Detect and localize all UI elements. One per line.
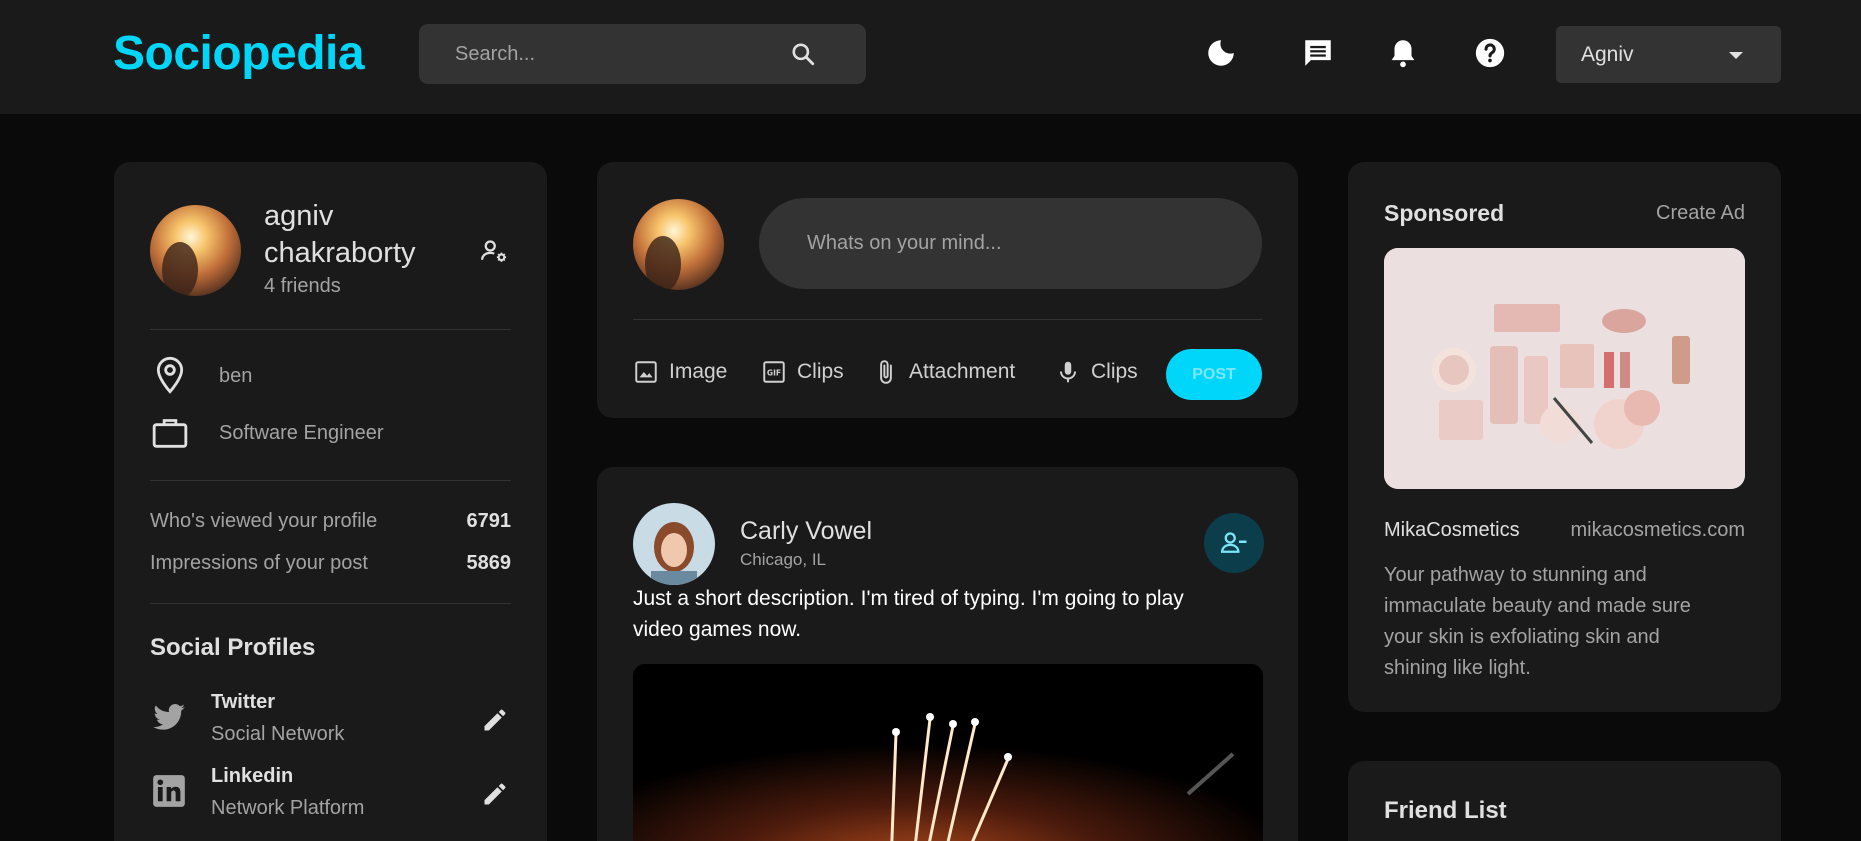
- profile-name[interactable]: agniv chakraborty: [264, 198, 464, 272]
- post-composer: Whats on your mind... Image GIF Clips At…: [597, 162, 1298, 418]
- microphone-icon: [1059, 361, 1077, 383]
- social-profiles-title: Social Profiles: [150, 634, 316, 661]
- ad-brand: MikaCosmetics: [1384, 519, 1520, 541]
- chevron-down-icon: [1729, 52, 1743, 59]
- edit-icon[interactable]: [481, 780, 509, 808]
- search-bar[interactable]: Search...: [419, 24, 866, 84]
- post-description: Just a short description. I'm tired of t…: [633, 587, 1184, 641]
- stat-label-views: Who's viewed your profile: [150, 510, 378, 532]
- sponsored-card: Sponsored Create Ad MikaCosmetics mikaco…: [1348, 162, 1781, 712]
- message-icon[interactable]: [1301, 36, 1335, 70]
- search-input[interactable]: Search...: [455, 43, 535, 66]
- social-name-twitter: Twitter: [211, 691, 276, 713]
- logo[interactable]: Sociopedia: [113, 26, 365, 81]
- svg-text:GIF: GIF: [767, 368, 781, 377]
- divider: [150, 480, 511, 481]
- briefcase-icon: [152, 419, 188, 448]
- poster-location: Chicago, IL: [740, 550, 826, 569]
- tool-label: Clips: [1091, 360, 1138, 383]
- ad-site-link[interactable]: mikacosmetics.com: [1571, 519, 1745, 542]
- search-icon[interactable]: [790, 41, 816, 67]
- tool-label: Image: [669, 360, 728, 383]
- friend-list-title: Friend List: [1384, 797, 1507, 824]
- stat-label-impressions: Impressions of your post: [150, 552, 368, 574]
- user-name: Agniv: [1581, 43, 1634, 66]
- gif-icon: GIF: [763, 361, 785, 383]
- friends-count: 4 friends: [264, 275, 341, 297]
- help-icon[interactable]: [1473, 36, 1507, 70]
- manage-account-icon[interactable]: [479, 236, 509, 266]
- divider: [150, 603, 511, 604]
- audio-tool[interactable]: Clips: [1055, 356, 1138, 388]
- person-remove-icon: [1220, 532, 1247, 553]
- tool-label: Attachment: [909, 360, 1016, 383]
- profile-avatar[interactable]: [150, 205, 241, 296]
- divider: [633, 319, 1262, 320]
- social-sub-twitter: Social Network: [211, 723, 345, 745]
- edit-icon[interactable]: [481, 706, 509, 734]
- post-image[interactable]: [633, 664, 1263, 841]
- image-tool[interactable]: Image: [633, 356, 727, 388]
- friend-list-card: Friend List: [1348, 761, 1781, 841]
- location-text: ben: [219, 365, 253, 387]
- gif-tool[interactable]: GIF Clips: [761, 356, 844, 388]
- divider: [150, 329, 511, 330]
- image-icon: [635, 361, 657, 383]
- stat-value-views: 6791: [466, 510, 512, 532]
- moon-icon[interactable]: [1204, 36, 1238, 70]
- poster-name[interactable]: Carly Vowel: [740, 517, 872, 546]
- post-button[interactable]: POST: [1166, 349, 1262, 400]
- location-icon: [156, 356, 184, 394]
- attachment-tool[interactable]: Attachment: [873, 356, 1015, 388]
- user-select[interactable]: Agniv: [1556, 26, 1781, 83]
- create-ad-link[interactable]: Create Ad: [1656, 202, 1745, 225]
- navbar: Sociopedia Search... Agniv: [0, 0, 1861, 114]
- bell-icon[interactable]: [1386, 36, 1420, 70]
- linkedin-icon: [153, 775, 185, 807]
- twitter-icon: [153, 703, 185, 730]
- poster-avatar[interactable]: [633, 503, 715, 585]
- remove-friend-button[interactable]: [1204, 513, 1264, 573]
- composer-avatar: [633, 199, 724, 290]
- tool-label: Clips: [797, 360, 844, 383]
- social-name-linkedin: Linkedin: [211, 765, 294, 787]
- social-sub-linkedin: Network Platform: [211, 797, 365, 819]
- sponsored-title: Sponsored: [1384, 200, 1505, 226]
- profile-card: agniv chakraborty 4 friends ben Software…: [114, 162, 547, 841]
- ad-image[interactable]: [1384, 248, 1745, 489]
- post-input-placeholder: Whats on your mind...: [807, 232, 1002, 254]
- attachment-icon: [880, 360, 892, 384]
- ad-description: Your pathway to stunning and immaculate …: [1384, 564, 1691, 679]
- feed-post: Carly Vowel Chicago, IL Just a short des…: [597, 467, 1298, 841]
- occupation-text: Software Engineer: [219, 422, 384, 444]
- post-input[interactable]: Whats on your mind...: [759, 198, 1262, 289]
- stat-value-impressions: 5869: [466, 552, 512, 574]
